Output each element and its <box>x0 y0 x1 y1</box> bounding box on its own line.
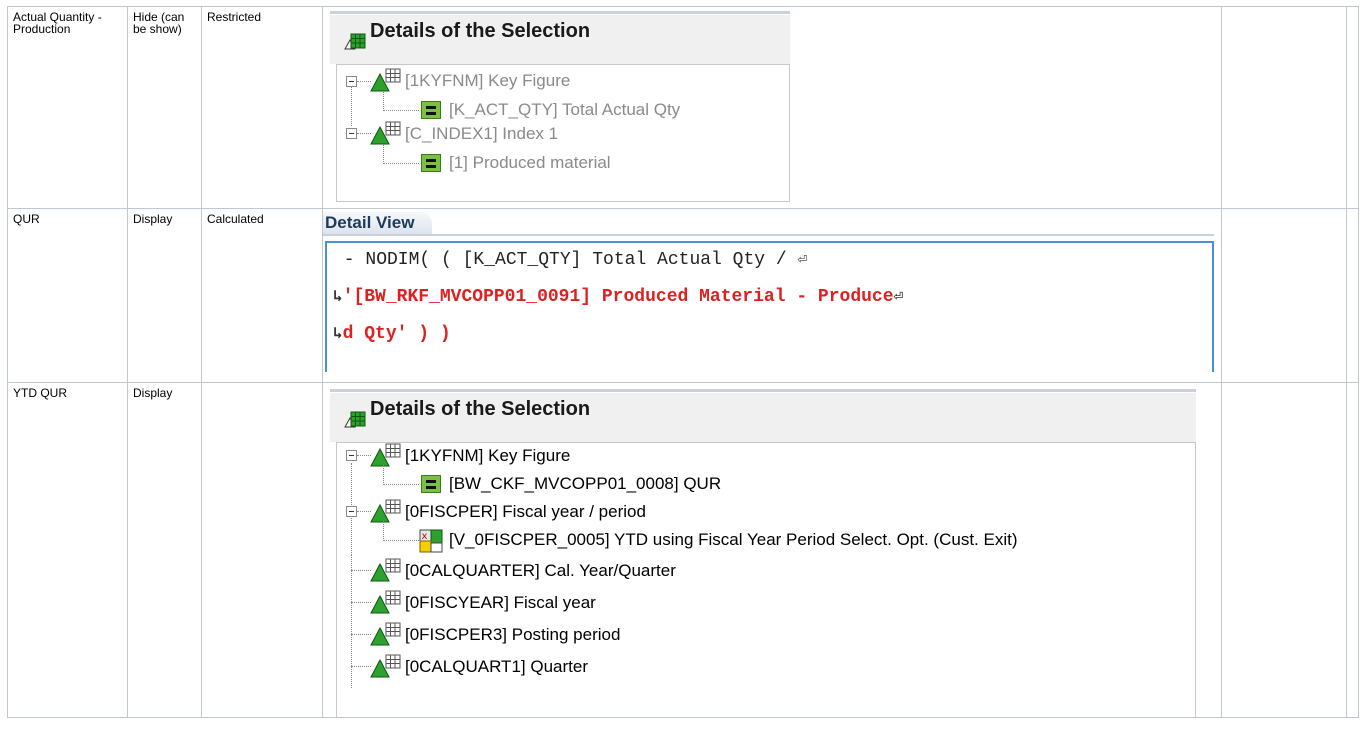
panel-title: Details of the Selection <box>370 20 591 42</box>
type-cell: Calculated <box>201 208 323 383</box>
query-grid-icon <box>344 406 366 428</box>
tree-node-label: [0CALQUARTER] Cal. Year/Quarter <box>405 561 676 580</box>
tab-underline <box>323 234 1214 236</box>
tree-node-label: [1KYFNM] Key Figure <box>405 71 571 90</box>
tree-node-label: [V_0FISCPER_0005] YTD using Fiscal Year … <box>449 530 1018 549</box>
characteristic-icon <box>369 499 403 523</box>
details-selection-panel: Details of the Selection [1KYFNM] Key Fi… <box>330 389 1196 717</box>
query-grid-icon <box>344 28 366 50</box>
formula-line-1: - NODIM( ( [K_ACT_QTY] Total Actual Qty … <box>333 249 807 271</box>
visibility-cell: Display <box>127 382 202 718</box>
collapse-icon[interactable] <box>346 506 357 517</box>
tree-node-label: [0FISCYEAR] Fiscal year <box>405 593 596 612</box>
tree-node-label: [C_INDEX1] Index 1 <box>405 124 559 143</box>
tree-node-label: [0FISCPER] Fiscal year / period <box>405 502 646 521</box>
tree-node-label: [1] Produced material <box>449 153 611 172</box>
formula-text: d Qty' ) ) <box>342 324 451 344</box>
tree-node-label: [BW_CKF_MVCOPP01_0008] QUR <box>449 474 722 493</box>
edge-cell <box>1346 208 1359 383</box>
characteristic-icon <box>369 654 403 678</box>
key-figure-icon <box>421 154 441 172</box>
details-selection-panel: Details of the Selection [1KYFNM] Key Fi… <box>330 11 790 203</box>
query-elements-table: Actual Quantity - Production Hide (can b… <box>7 6 1359 718</box>
element-name: QUR <box>13 212 40 226</box>
detail-view-tab[interactable]: Detail View <box>323 212 433 234</box>
visibility-value: Hide (can be show) <box>133 10 185 36</box>
edge-cell <box>1346 6 1359 209</box>
table-row: Actual Quantity - Production Hide (can b… <box>7 6 1359 209</box>
notes-cell <box>1221 6 1347 209</box>
formula-text: '[BW_RKF_MVCOPP01_0091] Produced Materia… <box>342 287 894 307</box>
collapse-icon[interactable] <box>346 450 357 461</box>
visibility-cell: Display <box>127 208 202 383</box>
element-name: YTD QUR <box>13 386 67 400</box>
tree-node-label: [0FISCPER3] Posting period <box>405 625 621 644</box>
tree-node-label: [0CALQUART1] Quarter <box>405 657 588 676</box>
type-value: Calculated <box>207 212 264 226</box>
detail-view-panel: Detail View - NODIM( ( [K_ACT_QTY] Total… <box>323 212 1214 372</box>
panel-top-border <box>330 11 790 14</box>
type-cell <box>201 382 323 718</box>
continue-icon: ↳ <box>333 288 343 306</box>
characteristic-icon <box>369 558 403 582</box>
visibility-value: Display <box>133 386 173 400</box>
formula-line-3: ↳d Qty' ) ) <box>333 323 451 345</box>
element-name-cell: YTD QUR <box>7 382 128 718</box>
table-row: YTD QUR Display Details of the Selection… <box>7 382 1359 718</box>
type-value: Restricted <box>207 10 262 24</box>
edge-cell <box>1346 382 1359 718</box>
wrap-icon: ⏎ <box>893 288 904 306</box>
element-name-cell: QUR <box>7 208 128 383</box>
variable-icon <box>419 529 443 553</box>
formula-text: - NODIM( ( [K_ACT_QTY] Total Actual Qty … <box>333 250 798 270</box>
collapse-icon[interactable] <box>346 128 357 139</box>
characteristic-icon <box>369 68 403 92</box>
continue-icon: ↳ <box>333 325 343 343</box>
table-row: QUR Display Calculated Detail View - NOD… <box>7 208 1359 383</box>
characteristic-icon <box>369 121 403 145</box>
tree-node-label: [1KYFNM] Key Figure <box>405 446 571 465</box>
selection-tree: [1KYFNM] Key Figure [K_ACT_QTY] Total Ac… <box>336 64 790 202</box>
characteristic-icon <box>369 590 403 614</box>
visibility-cell: Hide (can be show) <box>127 6 202 209</box>
element-name-cell: Actual Quantity - Production <box>7 6 128 209</box>
visibility-value: Display <box>133 212 173 226</box>
type-cell: Restricted <box>201 6 323 209</box>
screenshot-cell: Details of the Selection [1KYFNM] Key Fi… <box>322 6 1222 209</box>
formula-box: - NODIM( ( [K_ACT_QTY] Total Actual Qty … <box>325 241 1214 372</box>
wrap-icon: ⏎ <box>797 251 808 269</box>
key-figure-icon <box>421 475 441 493</box>
characteristic-icon <box>369 443 403 467</box>
notes-cell <box>1221 208 1347 383</box>
formula-line-2: ↳'[BW_RKF_MVCOPP01_0091] Produced Materi… <box>333 286 903 308</box>
selection-tree: [1KYFNM] Key Figure [BW_CKF_MVCOPP01_000… <box>336 442 1196 717</box>
tree-node-label: [K_ACT_QTY] Total Actual Qty <box>449 100 681 119</box>
screenshot-cell: Details of the Selection [1KYFNM] Key Fi… <box>322 382 1222 718</box>
panel-top-border <box>330 389 1196 392</box>
notes-cell <box>1221 382 1347 718</box>
characteristic-icon <box>369 622 403 646</box>
panel-title: Details of the Selection <box>370 398 591 420</box>
element-name: Actual Quantity - Production <box>13 10 102 36</box>
screenshot-cell: Detail View - NODIM( ( [K_ACT_QTY] Total… <box>322 208 1222 383</box>
key-figure-icon <box>421 101 441 119</box>
